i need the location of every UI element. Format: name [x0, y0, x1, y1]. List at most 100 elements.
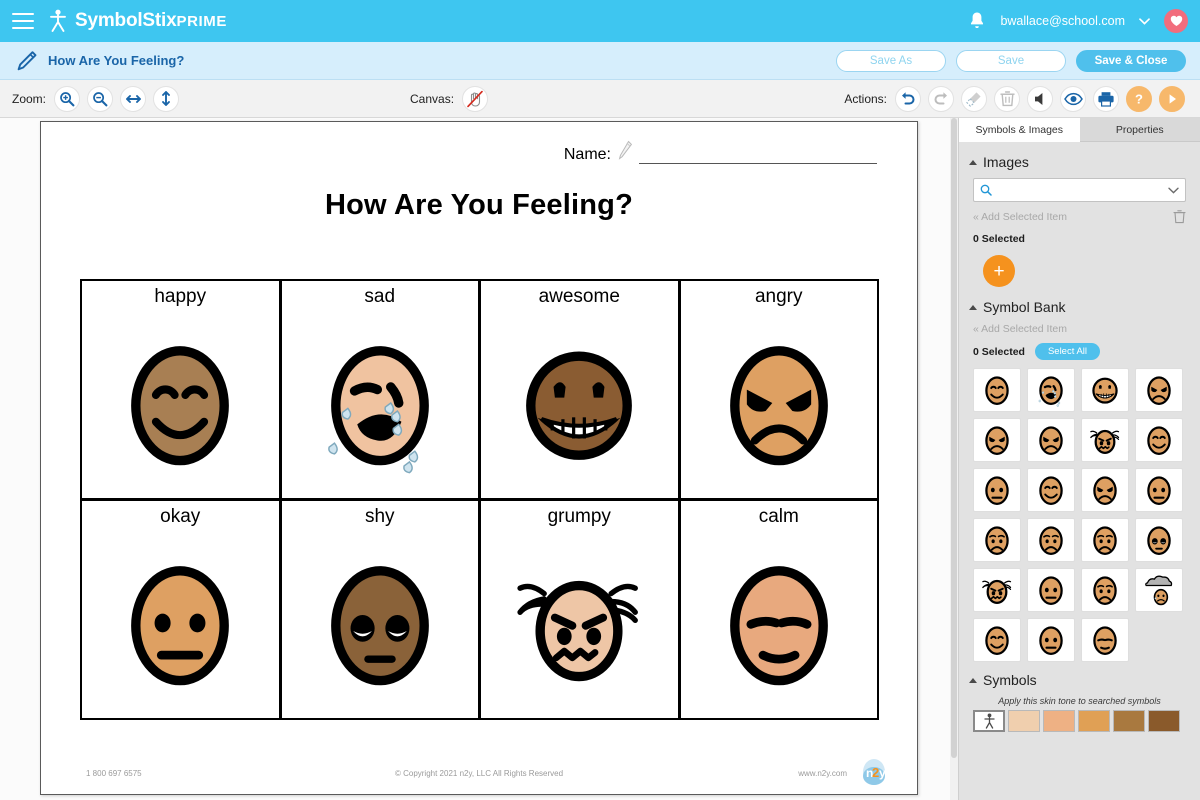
symbol-card-art	[82, 308, 279, 498]
document-page[interactable]: Name: How Are You Feeling? happy sad aweso…	[40, 121, 918, 795]
symbol-bank-add-selected-item[interactable]: « Add Selected Item	[973, 323, 1067, 335]
skin-tone-swatch[interactable]	[1043, 710, 1075, 732]
symbol-bank-item[interactable]	[1135, 468, 1183, 512]
preview-button[interactable]	[1060, 85, 1086, 112]
pencil-icon[interactable]	[14, 50, 38, 72]
help-icon: ?	[1135, 91, 1143, 106]
brand-logo: SymbolStixPRIME	[48, 9, 227, 33]
chevron-down-icon[interactable]	[1139, 17, 1150, 25]
symbol-bank-item[interactable]	[1081, 568, 1129, 612]
skin-tone-swatch[interactable]	[1148, 710, 1180, 732]
symbol-bank-item[interactable]	[973, 568, 1021, 612]
save-button[interactable]: Save	[956, 49, 1066, 72]
fit-width-button[interactable]	[120, 85, 147, 112]
symbol-bank-item[interactable]	[1135, 568, 1183, 612]
skin-tone-swatch[interactable]	[973, 710, 1005, 732]
footer-copyright: © Copyright 2021 n2y, LLC All Rights Res…	[394, 769, 564, 778]
skin-tone-swatch[interactable]	[1008, 710, 1040, 732]
top-bar-right-group: bwallace@school.com	[968, 9, 1188, 33]
symbol-bank-item[interactable]	[973, 368, 1021, 412]
symbol-bank-item[interactable]	[1027, 568, 1075, 612]
redo-button	[928, 85, 954, 112]
images-section-header[interactable]: Images	[969, 154, 1200, 170]
favorites-button[interactable]	[1164, 9, 1188, 33]
canvas-tool-group: Canvas:	[410, 85, 495, 112]
symbol-bank-item[interactable]	[1027, 368, 1075, 412]
symbol-card[interactable]: okay	[80, 499, 281, 720]
clear-broom-icon	[966, 91, 981, 107]
symbol-bank-item[interactable]	[1135, 518, 1183, 562]
tab-properties[interactable]: Properties	[1079, 118, 1200, 142]
symbol-bank-item[interactable]	[1027, 418, 1075, 462]
pan-hand-disabled-icon	[467, 90, 483, 107]
speaker-button[interactable]	[1027, 85, 1053, 112]
symbol-bank-item[interactable]	[1081, 468, 1129, 512]
undo-button[interactable]	[895, 85, 921, 112]
symbolstix-app: SymbolStixPRIME bwallace@school.com How …	[0, 0, 1200, 800]
image-search-box[interactable]	[973, 178, 1186, 202]
symbol-card[interactable]: sad	[279, 279, 480, 500]
symbol-card-art	[82, 528, 279, 718]
bell-icon[interactable]	[968, 11, 986, 31]
symbol-bank-item[interactable]	[973, 518, 1021, 562]
skin-tone-swatch[interactable]	[1078, 710, 1110, 732]
symbol-bank-item[interactable]	[1027, 518, 1075, 562]
chevron-down-icon[interactable]	[1168, 187, 1179, 194]
symbol-bank-item[interactable]	[973, 618, 1021, 662]
symbols-section-header[interactable]: Symbols	[969, 672, 1200, 688]
collapse-caret-icon	[969, 159, 977, 165]
image-search-input[interactable]	[996, 184, 1168, 196]
zoom-out-icon	[93, 91, 108, 106]
symbol-bank-item[interactable]	[1081, 618, 1129, 662]
save-button-group: Save As Save Save & Close	[836, 49, 1186, 72]
symbol-bank-item[interactable]	[1027, 468, 1075, 512]
select-all-button[interactable]: Select All	[1034, 343, 1101, 360]
symbol-card[interactable]: calm	[678, 499, 879, 720]
fit-width-icon	[125, 94, 141, 103]
symbol-card-label: shy	[364, 506, 395, 527]
name-input-line[interactable]	[639, 144, 877, 164]
symbol-bank-item[interactable]	[1081, 518, 1129, 562]
save-and-close-button[interactable]: Save & Close	[1076, 49, 1186, 72]
symbol-bank-add-row: « Add Selected Item	[973, 323, 1186, 335]
symbol-card[interactable]: happy	[80, 279, 281, 500]
document-toolbar: How Are You Feeling? Save As Save Save &…	[0, 42, 1200, 80]
account-email-label[interactable]: bwallace@school.com	[1000, 14, 1125, 28]
zoom-in-button[interactable]	[54, 85, 81, 112]
trash-icon[interactable]	[1173, 209, 1186, 224]
symbol-bank-item[interactable]	[1135, 368, 1183, 412]
symbol-card[interactable]: angry	[678, 279, 879, 500]
help-button[interactable]: ?	[1126, 85, 1152, 112]
print-button[interactable]	[1093, 85, 1119, 112]
skin-tone-swatches	[973, 710, 1200, 732]
zoom-out-button[interactable]	[87, 85, 114, 112]
pan-hand-button[interactable]	[462, 85, 489, 112]
symbol-bank-item[interactable]	[973, 418, 1021, 462]
symbol-card[interactable]: shy	[279, 499, 480, 720]
symbol-bank-item[interactable]	[973, 468, 1021, 512]
fit-height-button[interactable]	[153, 85, 180, 112]
actions-tool-group: Actions: ?	[832, 85, 1192, 112]
skin-tone-swatch[interactable]	[1113, 710, 1145, 732]
symbol-bank-item[interactable]	[1135, 418, 1183, 462]
symbol-bank-item[interactable]	[1027, 618, 1075, 662]
top-navigation-bar: SymbolStixPRIME bwallace@school.com	[0, 0, 1200, 42]
symbol-card[interactable]: awesome	[479, 279, 680, 500]
symbol-bank-item[interactable]	[1081, 368, 1129, 412]
images-add-selected-item[interactable]: « Add Selected Item	[973, 211, 1067, 223]
redo-icon	[934, 91, 947, 104]
scrollbar-thumb[interactable]	[951, 118, 957, 758]
play-button[interactable]	[1159, 85, 1185, 112]
symbol-bank-item[interactable]	[1081, 418, 1129, 462]
document-title: How Are You Feeling?	[48, 53, 185, 68]
canvas-scroll-area[interactable]: Name: How Are You Feeling? happy sad aweso…	[0, 118, 958, 800]
symbol-card[interactable]: grumpy	[479, 499, 680, 720]
hamburger-menu-icon[interactable]	[12, 13, 34, 29]
skin-tone-note: Apply this skin tone to searched symbols	[998, 696, 1161, 706]
tab-symbols-and-images[interactable]: Symbols & Images	[959, 118, 1080, 142]
save-as-button[interactable]: Save As	[836, 49, 946, 72]
footer-phone: 1 800 697 6575	[86, 769, 142, 778]
symbol-bank-section-header[interactable]: Symbol Bank	[969, 299, 1200, 315]
add-image-button[interactable]: +	[983, 255, 1015, 287]
canvas-vertical-scrollbar[interactable]	[950, 118, 958, 800]
